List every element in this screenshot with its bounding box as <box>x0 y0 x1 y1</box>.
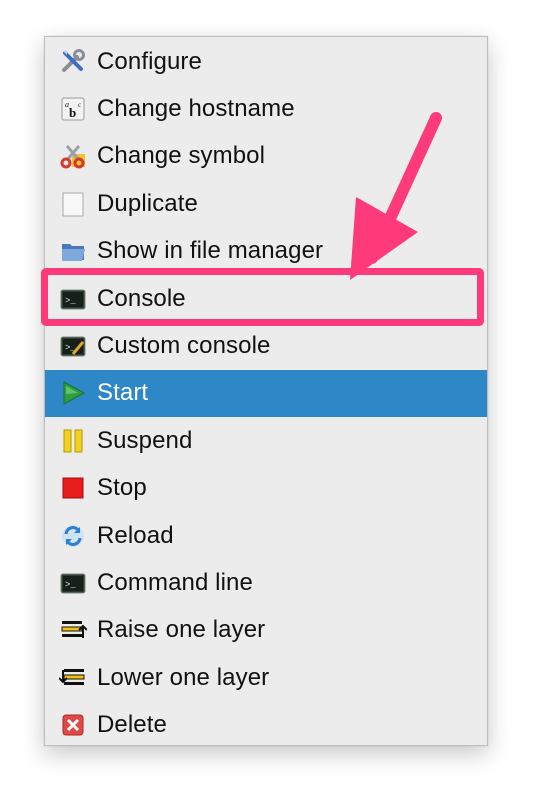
blank-page-icon <box>59 190 87 218</box>
menu-item-label: Lower one layer <box>97 663 270 691</box>
menu-item-change-symbol[interactable]: Change symbol <box>45 133 487 180</box>
menu-item-label: Raise one layer <box>97 616 266 644</box>
menu-item-label: Show in file manager <box>97 237 324 265</box>
menu-item-label: Reload <box>97 521 174 549</box>
menu-item-change-hostname[interactable]: a b c Change hostname <box>45 85 487 132</box>
reload-icon <box>59 522 87 550</box>
menu-item-start[interactable]: Start <box>45 369 487 418</box>
menu-item-duplicate[interactable]: Duplicate <box>45 180 487 227</box>
screenshot-stage: Configure a b c Change hostname Change s… <box>0 0 534 800</box>
menu-item-stop[interactable]: Stop <box>45 465 487 512</box>
stop-icon <box>59 474 87 502</box>
menu-item-label: Custom console <box>97 332 271 360</box>
delete-x-icon <box>59 711 87 739</box>
terminal-icon: >_ <box>59 285 87 313</box>
menu-item-label: Configure <box>97 47 202 75</box>
menu-item-label: Command line <box>97 568 253 596</box>
folder-icon <box>59 237 87 265</box>
menu-item-label: Duplicate <box>97 189 198 217</box>
text-abc-icon: a b c <box>59 95 87 123</box>
menu-item-suspend[interactable]: Suspend <box>45 417 487 464</box>
menu-item-show-in-file-manager[interactable]: Show in file manager <box>45 228 487 275</box>
menu-item-console[interactable]: >_ Console <box>45 275 487 322</box>
menu-item-lower-one-layer[interactable]: Lower one layer <box>45 654 487 701</box>
context-menu: Configure a b c Change hostname Change s… <box>44 36 488 746</box>
menu-item-label: Change hostname <box>97 95 295 123</box>
menu-item-custom-console[interactable]: >_ Custom console <box>45 322 487 369</box>
menu-item-command-line[interactable]: >_ Command line <box>45 559 487 606</box>
svg-text:c: c <box>78 101 81 109</box>
menu-item-label: Stop <box>97 474 147 502</box>
menu-item-label: Change symbol <box>97 142 266 170</box>
menu-item-raise-one-layer[interactable]: Raise one layer <box>45 607 487 654</box>
svg-text:>_: >_ <box>65 296 76 306</box>
terminal-edit-icon: >_ <box>59 332 87 360</box>
menu-item-configure[interactable]: Configure <box>45 38 487 85</box>
menu-item-delete[interactable]: Delete <box>45 701 487 748</box>
pause-icon <box>59 427 87 455</box>
scissors-icon <box>59 142 87 170</box>
svg-text:b: b <box>69 105 76 120</box>
menu-item-label: Console <box>97 284 186 312</box>
wrench-screwdriver-icon <box>59 48 87 76</box>
menu-item-reload[interactable]: Reload <box>45 512 487 559</box>
svg-text:>_: >_ <box>65 580 76 590</box>
lower-layer-icon <box>59 664 87 692</box>
play-icon <box>59 379 87 407</box>
menu-item-label: Start <box>97 379 149 407</box>
terminal-icon: >_ <box>59 569 87 597</box>
menu-item-label: Suspend <box>97 426 193 454</box>
menu-item-label: Delete <box>97 711 167 739</box>
raise-layer-icon <box>59 616 87 644</box>
